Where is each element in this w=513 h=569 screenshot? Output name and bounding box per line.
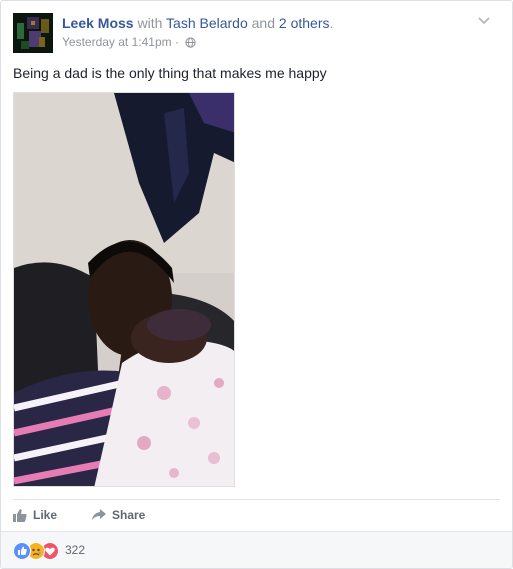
tagged-person-link[interactable]: Tash Belardo — [166, 15, 248, 31]
author-name-link[interactable]: Leek Moss — [62, 15, 134, 31]
reaction-count[interactable]: 322 — [65, 543, 85, 557]
like-label: Like — [33, 508, 58, 522]
meta-separator: · — [174, 35, 179, 49]
chevron-down-icon[interactable] — [477, 13, 491, 25]
tagged-others-link[interactable]: 2 others — [279, 15, 330, 31]
post-header: Leek Moss with Tash Belardo and 2 others… — [13, 13, 493, 55]
reaction-icons[interactable] — [13, 542, 61, 560]
globe-icon[interactable] — [185, 37, 196, 51]
share-button[interactable]: Share — [92, 503, 145, 527]
divider — [13, 499, 500, 500]
share-arrow-icon — [92, 509, 106, 520]
post-card: Leek Moss with Tash Belardo and 2 others… — [0, 0, 513, 569]
post-byline: Leek Moss with Tash Belardo and 2 others… — [62, 15, 333, 31]
with-text: with — [137, 15, 163, 31]
like-button[interactable]: Like — [13, 503, 57, 527]
like-reaction-icon — [13, 542, 31, 560]
post-text: Being a dad is the only thing that makes… — [13, 65, 327, 81]
reactions-bar: 322 — [1, 531, 512, 568]
post-timestamp[interactable]: Yesterday at 1:41pm — [62, 35, 172, 49]
and-text: and — [251, 15, 275, 31]
post-meta: Yesterday at 1:41pm · — [62, 35, 196, 51]
share-label: Share — [112, 508, 146, 522]
thumbs-up-icon — [13, 508, 27, 522]
post-photo[interactable] — [13, 92, 235, 487]
byline-period: . — [329, 15, 334, 31]
avatar[interactable] — [13, 13, 53, 53]
